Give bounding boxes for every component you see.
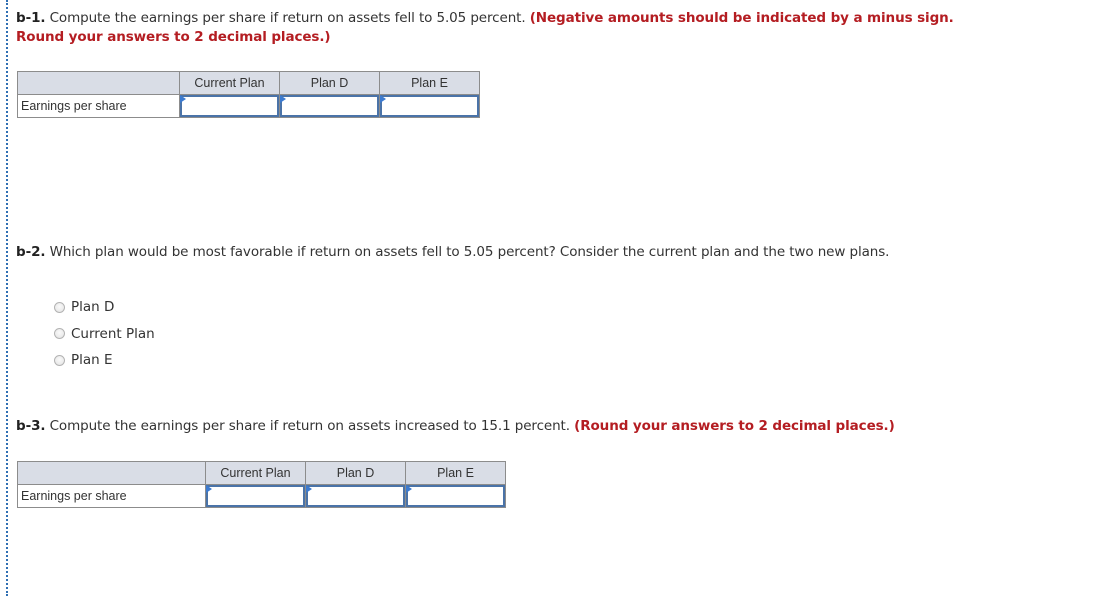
question-b1-note-2: Round your answers to 2 decimal places.) <box>16 29 331 45</box>
radio-option-current-plan[interactable]: Current Plan <box>54 321 155 348</box>
question-b3: b-3. Compute the earnings per share if r… <box>16 417 895 436</box>
eps-plan-d-input[interactable] <box>282 97 377 115</box>
eps-plan-e-input[interactable] <box>408 487 503 505</box>
radio-option-plan-e[interactable]: Plan E <box>54 347 155 374</box>
table-row: Earnings per share <box>17 484 506 508</box>
radio-label: Plan E <box>71 352 113 369</box>
table-header-row: Current Plan Plan D Plan E <box>17 71 480 95</box>
radio-button-icon[interactable] <box>54 301 65 313</box>
cell-plan-e <box>379 94 480 118</box>
question-b3-note: (Round your answers to 2 decimal places.… <box>574 418 895 434</box>
header-plan-d: Plan D <box>305 461 406 485</box>
input-flag-icon <box>406 485 412 493</box>
table-header-row: Current Plan Plan D Plan E <box>17 461 506 485</box>
eps-current-plan-input[interactable] <box>208 487 303 505</box>
question-b2: b-2. Which plan would be most favorable … <box>16 243 889 262</box>
question-b3-label: b-3. <box>16 418 46 434</box>
question-b1-text: Compute the earnings per share if return… <box>45 10 530 26</box>
radio-button-icon[interactable] <box>54 354 65 366</box>
input-flag-icon <box>306 485 312 493</box>
question-b1-label: b-1. <box>16 10 46 26</box>
table-row: Earnings per share <box>17 94 480 118</box>
eps-plan-e-input[interactable] <box>382 97 477 115</box>
header-empty <box>17 71 180 95</box>
header-plan-e: Plan E <box>405 461 506 485</box>
row-label-eps: Earnings per share <box>17 94 180 118</box>
header-plan-e: Plan E <box>379 71 480 95</box>
input-flag-icon <box>380 95 386 103</box>
eps-current-plan-input[interactable] <box>182 97 277 115</box>
question-b2-label: b-2. <box>16 244 46 260</box>
eps-table-b3: Current Plan Plan D Plan E Earnings per … <box>17 461 506 508</box>
radio-label: Plan D <box>71 299 115 316</box>
header-current-plan: Current Plan <box>205 461 306 485</box>
cell-current-plan <box>205 484 306 508</box>
header-empty <box>17 461 206 485</box>
eps-table-b1: Current Plan Plan D Plan E Earnings per … <box>17 71 480 118</box>
cell-plan-e <box>405 484 506 508</box>
eps-plan-d-input[interactable] <box>308 487 403 505</box>
question-b2-text: Which plan would be most favorable if re… <box>45 244 890 260</box>
question-left-border <box>6 0 8 596</box>
question-b3-text: Compute the earnings per share if return… <box>45 418 575 434</box>
header-plan-d: Plan D <box>279 71 380 95</box>
header-current-plan: Current Plan <box>179 71 280 95</box>
cell-plan-d <box>305 484 406 508</box>
plan-radio-group: Plan D Current Plan Plan E <box>54 294 155 374</box>
question-b1-note-1: (Negative amounts should be indicated by… <box>529 10 954 26</box>
cell-current-plan <box>179 94 280 118</box>
radio-button-icon[interactable] <box>54 328 65 340</box>
cell-plan-d <box>279 94 380 118</box>
radio-label: Current Plan <box>71 325 155 342</box>
input-flag-icon <box>280 95 286 103</box>
radio-option-plan-d[interactable]: Plan D <box>54 294 155 321</box>
question-b1: b-1. Compute the earnings per share if r… <box>16 9 954 47</box>
input-flag-icon <box>180 95 186 103</box>
row-label-eps: Earnings per share <box>17 484 206 508</box>
input-flag-icon <box>206 485 212 493</box>
